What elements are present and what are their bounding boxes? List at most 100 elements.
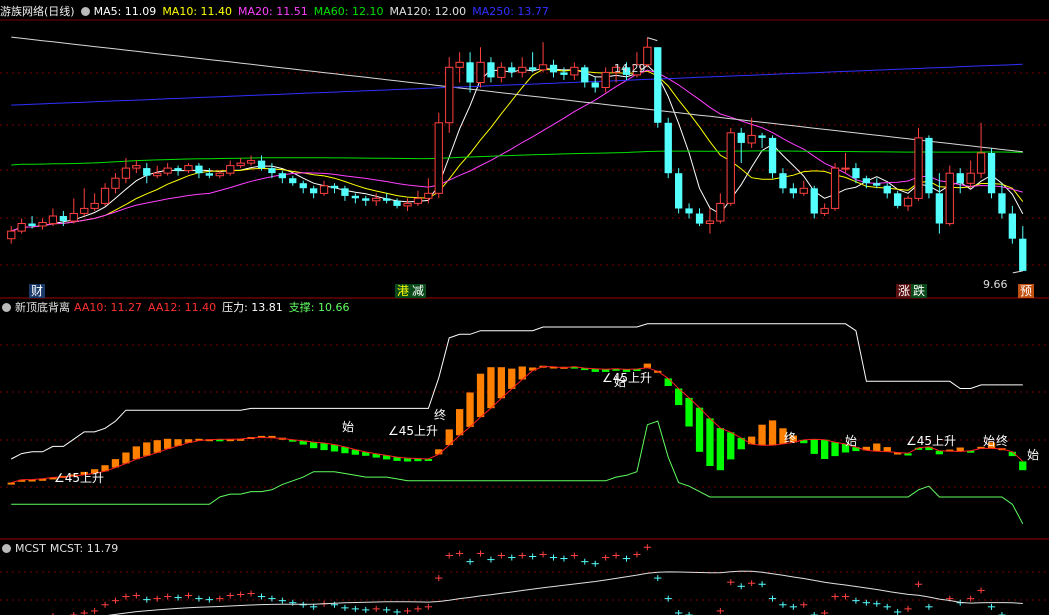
ma120-line [11, 36, 1023, 153]
event-tag-forecast[interactable]: 预 [1018, 284, 1035, 298]
candle-body [695, 213, 704, 224]
candle-body [508, 67, 516, 73]
candle-body [278, 173, 286, 179]
divergence-bar [320, 443, 328, 451]
divergence-bar [497, 367, 505, 399]
candle-body [852, 168, 860, 179]
stock-title[interactable]: 游族网络(日线) [0, 5, 75, 18]
annotation-label: ∠45上升 [388, 424, 439, 438]
candle-body [966, 172, 975, 184]
event-tag-limit-up[interactable]: 涨 [896, 284, 913, 298]
indicator-title[interactable]: 新顶底背离 [15, 301, 70, 314]
candle-body [372, 197, 381, 202]
annotation-label: ∠45上升 [54, 471, 105, 485]
divergence-bar [310, 442, 318, 449]
candle-body [789, 188, 797, 194]
candle-body [184, 165, 193, 172]
candle-body [779, 173, 787, 189]
candle-body [570, 66, 579, 76]
ma250-label: MA250: 13.77 [472, 5, 549, 18]
candle-body [455, 61, 464, 68]
divergence-bar [873, 443, 881, 452]
candle-body [654, 47, 662, 123]
event-tag-financial[interactable]: 财 [29, 284, 46, 298]
candle-body [758, 135, 766, 138]
candle-body [205, 173, 213, 176]
candle-body [529, 67, 537, 70]
candle-body [601, 71, 610, 89]
candle-body [7, 230, 16, 240]
candle-body [549, 64, 558, 73]
divergence-bar [758, 424, 766, 446]
divergence-bar [122, 452, 130, 464]
candle-body [685, 208, 693, 214]
event-tag-limit-down[interactable]: 跌 [911, 284, 928, 298]
candle-body [487, 62, 495, 78]
candle-body [226, 165, 235, 174]
candle-body [998, 193, 1006, 214]
candle-body [28, 223, 36, 226]
aa10-label: AA10: 11.27 [74, 301, 143, 314]
annotation-label: 始 [1027, 448, 1040, 462]
divergence-bar [810, 439, 818, 454]
divergence-bar [727, 432, 735, 460]
divergence-bar [487, 367, 495, 409]
divergence-bar [476, 373, 485, 418]
event-tag-hk[interactable]: 港 [395, 284, 412, 298]
high-price-label: 14.29 [614, 62, 646, 75]
divergence-bar [664, 378, 672, 386]
high-marker [647, 37, 658, 42]
divergence-bar [164, 438, 172, 449]
divergence-bar [831, 442, 839, 457]
low-price-label: 9.66 [983, 278, 1008, 291]
candle-body [883, 185, 891, 194]
candle-body [362, 198, 370, 201]
divergence-bar [643, 363, 651, 368]
candle-body [705, 220, 715, 224]
aa12-label: AA12: 11.40 [148, 301, 217, 314]
candle-body [299, 183, 307, 189]
candle-body [560, 72, 568, 75]
candle-body [289, 178, 297, 184]
candle-body [341, 188, 349, 196]
ma60-label: MA60: 12.10 [313, 5, 384, 18]
divergence-bar [716, 428, 724, 471]
candle-body [737, 132, 745, 143]
divergence-bar [821, 439, 829, 459]
pressure-line [10, 323, 1023, 460]
candle-body [268, 168, 276, 174]
candle-body [38, 222, 47, 227]
candle-body [581, 67, 589, 83]
candle-body [383, 198, 391, 201]
candle-body [903, 197, 913, 207]
candle-body [90, 202, 99, 209]
candle-body [466, 62, 474, 83]
candle-body [716, 202, 725, 222]
candle-body [174, 168, 182, 171]
candle-body [100, 187, 110, 204]
annotation-label: 终 [996, 434, 1009, 448]
ma60-line [11, 150, 1023, 166]
candle-body [121, 167, 131, 179]
candle-body [956, 173, 964, 184]
divergence-bar [1019, 461, 1027, 471]
candle-body [69, 213, 78, 222]
candle-body [830, 167, 840, 209]
candle-body [319, 185, 329, 194]
candle-body [111, 177, 120, 189]
candle-body [351, 195, 359, 199]
event-tag-reduce[interactable]: 减 [410, 284, 427, 298]
indicator-title[interactable]: MCST [15, 542, 46, 555]
settings-icon[interactable] [2, 303, 11, 312]
candle-body [163, 167, 172, 174]
divergence-bar [7, 482, 15, 485]
candle-body [310, 188, 318, 194]
candle-body [518, 66, 527, 73]
settings-icon[interactable] [2, 544, 11, 553]
candle-body [726, 132, 735, 204]
mcst-label: MCST: 11.79 [49, 542, 119, 555]
settings-icon[interactable] [80, 7, 90, 16]
ma250-line [11, 63, 1023, 106]
candle-body [873, 183, 881, 186]
candle-body [153, 172, 162, 177]
